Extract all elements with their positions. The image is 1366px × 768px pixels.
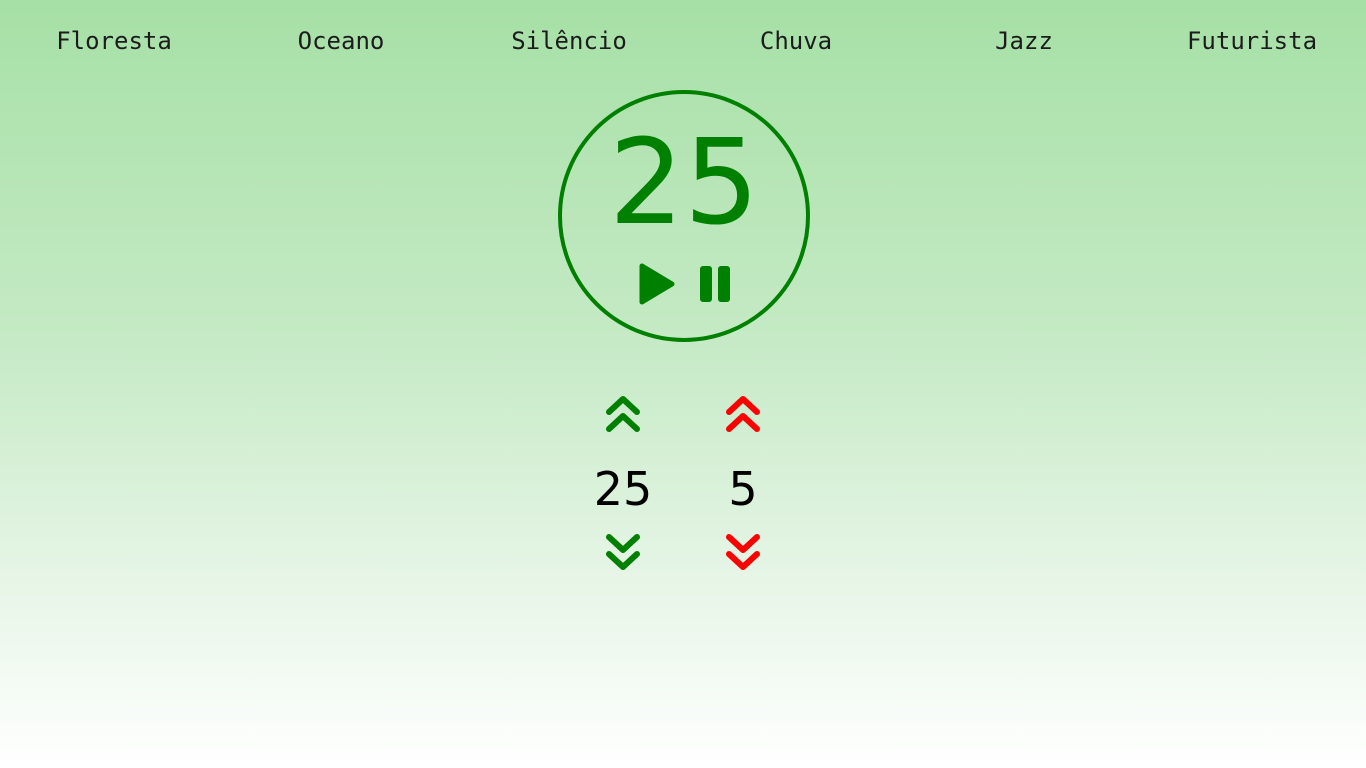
break-duration-stepper: 5 xyxy=(703,394,783,574)
pause-icon xyxy=(700,266,730,302)
play-icon xyxy=(639,263,675,305)
nav-item-silencio[interactable]: Silêncio xyxy=(469,22,669,60)
double-chevron-up-icon xyxy=(606,396,640,432)
break-decrease-button[interactable] xyxy=(723,532,763,574)
double-chevron-down-icon xyxy=(726,534,760,570)
double-chevron-down-icon xyxy=(606,534,640,570)
timer-circle: 25 xyxy=(558,90,810,342)
break-duration-value: 5 xyxy=(728,462,758,516)
break-increase-button[interactable] xyxy=(723,394,763,436)
timer-display: 25 xyxy=(608,113,760,251)
nav-item-floresta[interactable]: Floresta xyxy=(14,22,214,60)
double-chevron-up-icon xyxy=(726,396,760,432)
work-duration-value: 25 xyxy=(593,462,653,516)
work-decrease-button[interactable] xyxy=(603,532,643,574)
work-duration-stepper: 25 xyxy=(583,394,663,574)
nav-item-chuva[interactable]: Chuva xyxy=(696,22,896,60)
sound-theme-nav: Floresta Oceano Silêncio Chuva Jazz Futu… xyxy=(0,22,1366,62)
nav-item-futurista[interactable]: Futurista xyxy=(1152,22,1352,60)
nav-item-jazz[interactable]: Jazz xyxy=(924,22,1124,60)
pause-button[interactable] xyxy=(696,264,736,304)
nav-item-oceano[interactable]: Oceano xyxy=(241,22,441,60)
play-button[interactable] xyxy=(636,262,676,306)
work-increase-button[interactable] xyxy=(603,394,643,436)
